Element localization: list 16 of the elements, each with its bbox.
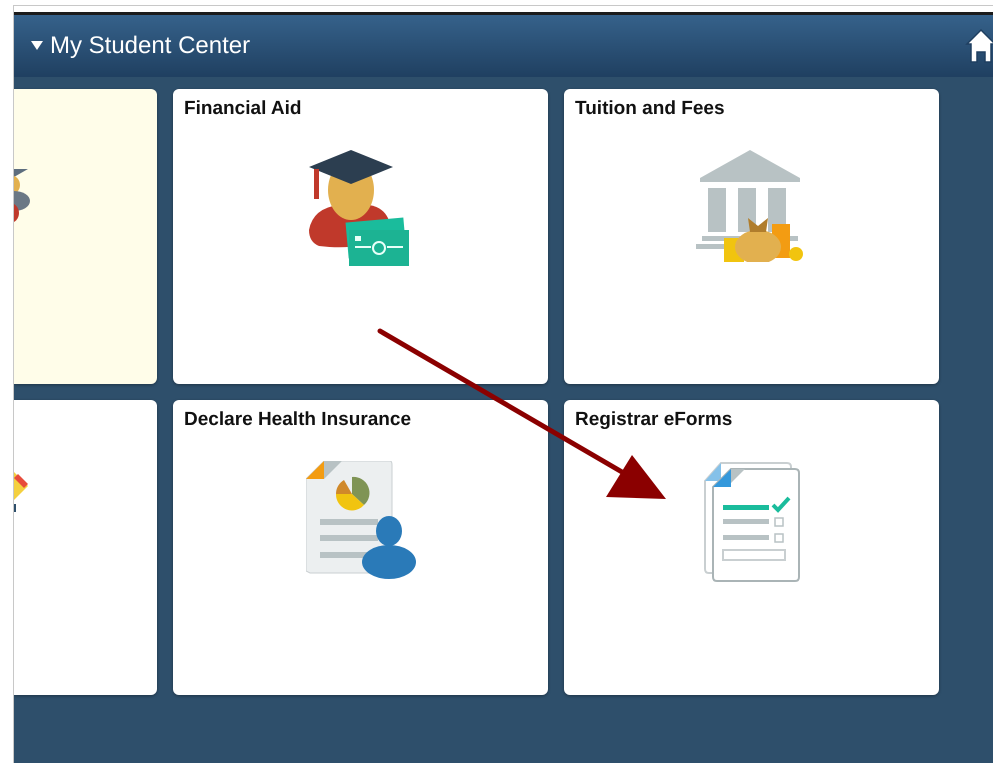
tile-card[interactable] [14, 89, 157, 384]
home-icon[interactable] [965, 28, 993, 64]
tile-title: Registrar eForms [574, 408, 732, 431]
header-title: My Student Center [50, 32, 250, 60]
tile-card[interactable]: Tuition and Fees [564, 89, 939, 384]
tile-title: Tuition and Fees [574, 97, 725, 120]
tile-card[interactable]: Declare Health Insurance [173, 400, 548, 695]
tile-title: Declare Health Insurance [183, 408, 412, 431]
tag-icon [14, 472, 28, 514]
document-person-icon [306, 461, 416, 579]
tile-card[interactable] [14, 400, 157, 695]
tile-title: Financial Aid [183, 97, 302, 120]
checklist-document-icon [702, 461, 800, 583]
tile-card[interactable]: Registrar eForms [564, 400, 939, 695]
tile-card[interactable]: Financial Aid [173, 89, 548, 384]
caret-icon[interactable] [31, 41, 43, 51]
